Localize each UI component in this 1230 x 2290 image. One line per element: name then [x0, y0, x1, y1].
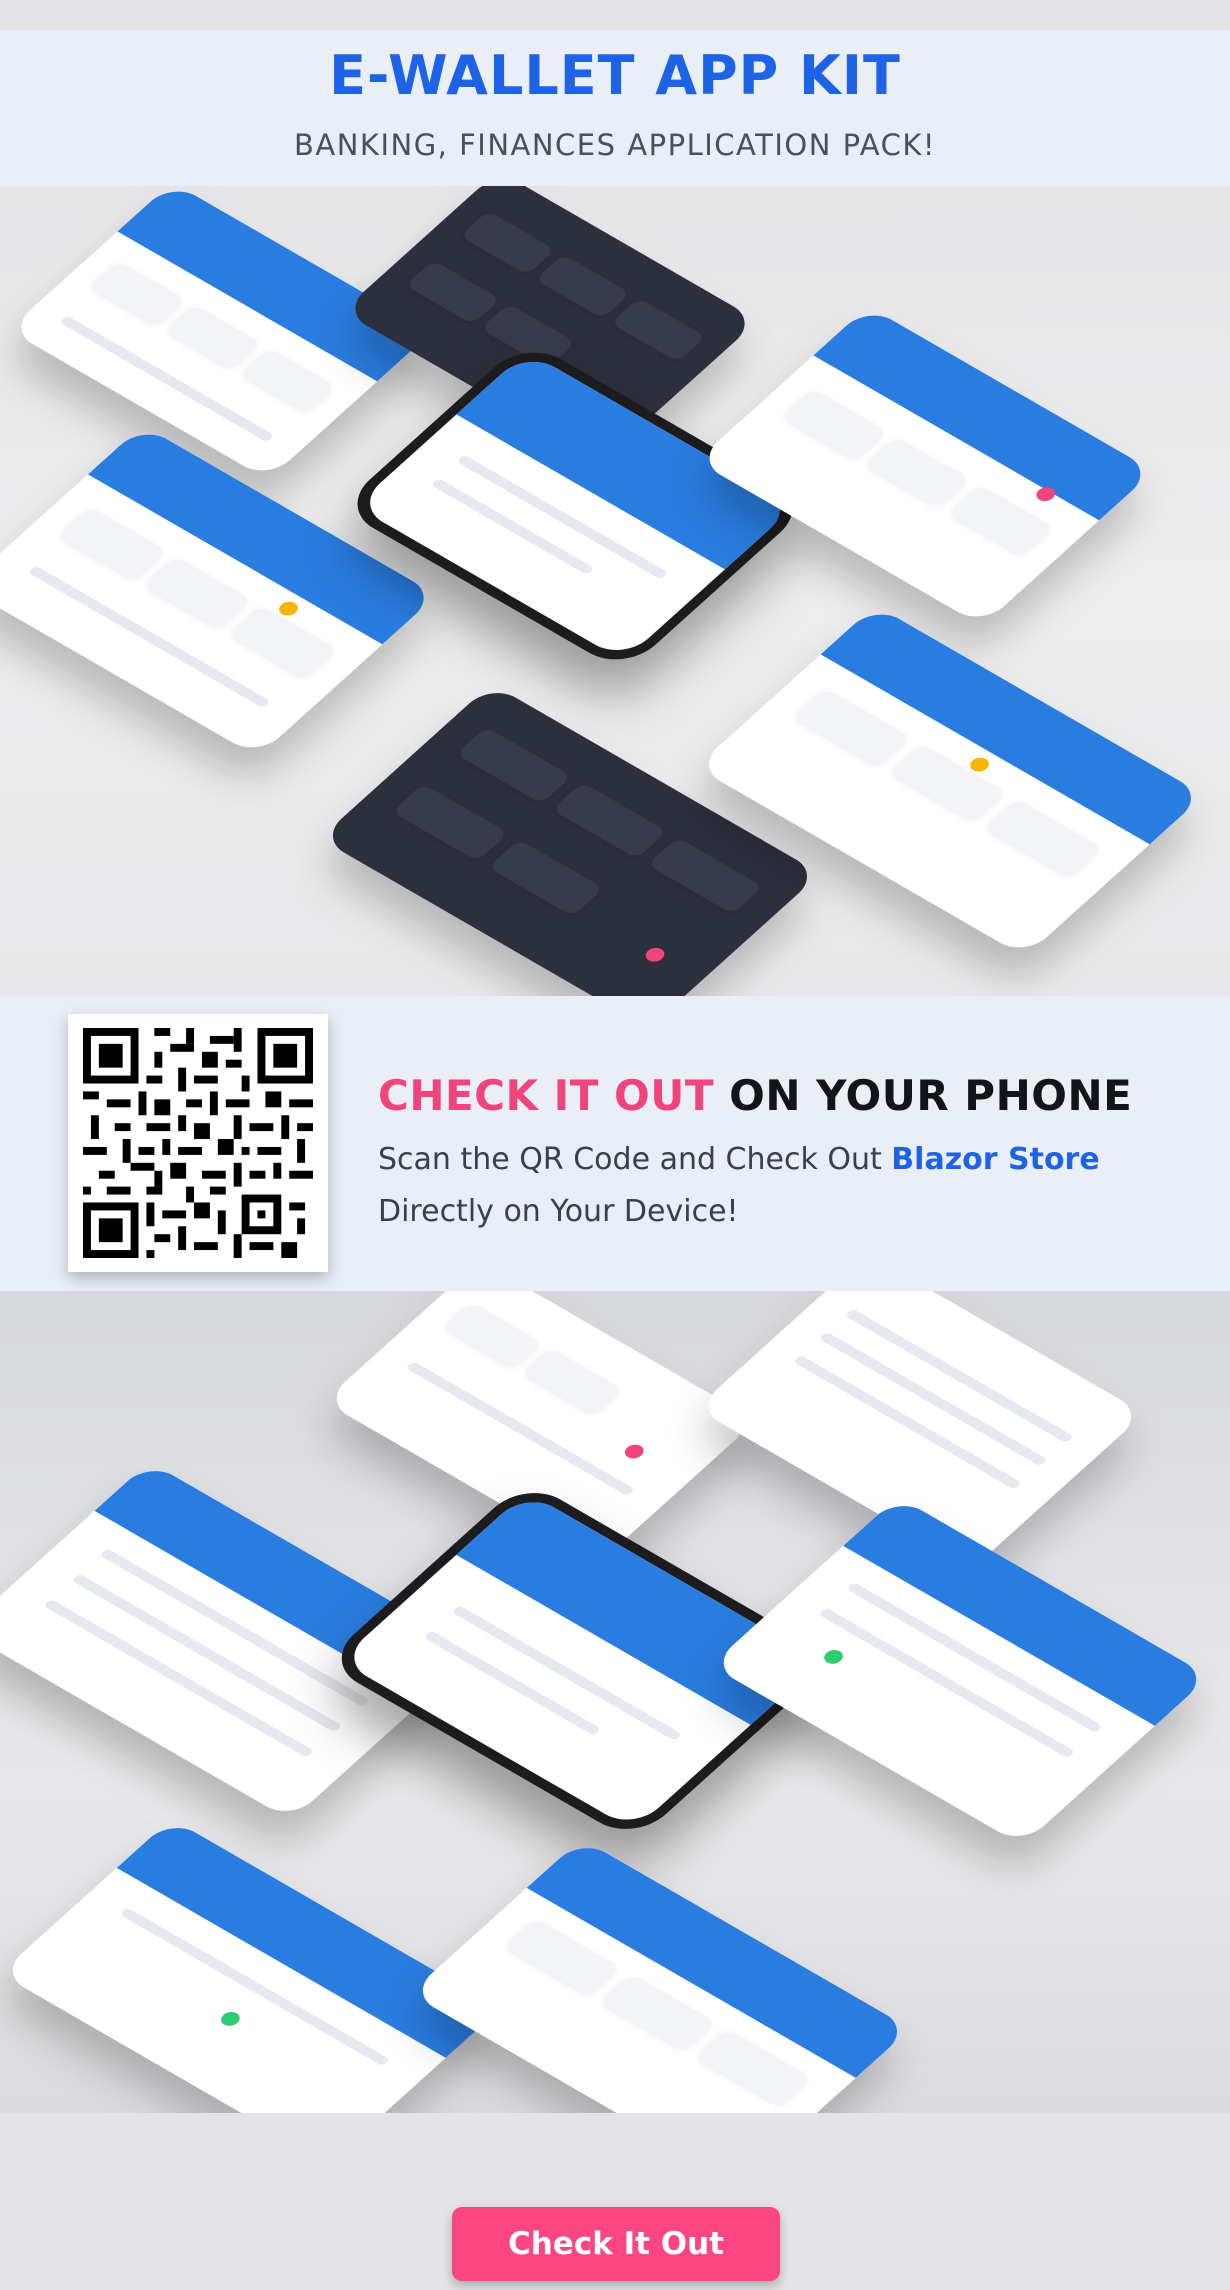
- app-screen-mockup: [8, 186, 432, 480]
- qr-text-part2: Directly on Your Device!: [378, 1194, 739, 1229]
- app-screen-mockup: [696, 306, 1154, 626]
- page-title: E-WALLET APP KIT: [329, 44, 901, 107]
- app-screen-mockup: [409, 1838, 911, 2113]
- mockup-gallery-bottom: [0, 1291, 1230, 2113]
- mockup-gallery-top: [0, 186, 1230, 996]
- qr-code[interactable]: [68, 1014, 328, 1272]
- app-screen-mockup: [0, 425, 438, 757]
- qr-headline-rest: ON YOUR PHONE: [714, 1071, 1133, 1120]
- qr-code-image: [83, 1028, 313, 1258]
- page: E-WALLET APP KIT BANKING, FINANCES APPLI…: [0, 0, 1230, 2290]
- qr-text-part1: Scan the QR Code and Check Out: [378, 1142, 892, 1177]
- footer: Check It Out: [0, 2113, 1230, 2290]
- page-subtitle: BANKING, FINANCES APPLICATION PACK!: [294, 128, 936, 162]
- header-banner: E-WALLET APP KIT BANKING, FINANCES APPLI…: [0, 30, 1230, 186]
- qr-description: Scan the QR Code and Check Out Blazor St…: [378, 1134, 1198, 1238]
- qr-section: CHECK IT OUT ON YOUR PHONE Scan the QR C…: [0, 996, 1230, 1291]
- qr-headline-highlight: CHECK IT OUT: [378, 1071, 715, 1120]
- qr-headline: CHECK IT OUT ON YOUR PHONE: [378, 1071, 1132, 1120]
- app-screen-mockup: [710, 1496, 1210, 1846]
- app-screen-mockup: [0, 1818, 501, 2113]
- brand-name: Blazor Store: [891, 1142, 1100, 1177]
- phone-mockup: [338, 339, 812, 673]
- check-it-out-button[interactable]: Check It Out: [452, 2207, 780, 2281]
